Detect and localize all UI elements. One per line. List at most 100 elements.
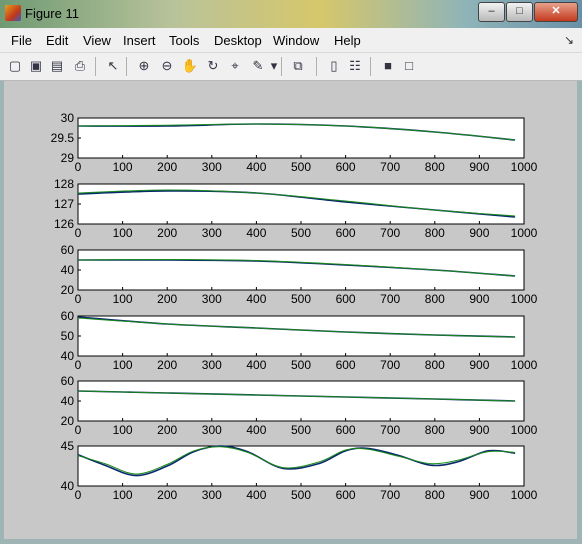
subplot-2[interactable]: 0 100 200 300 400 500 600 700 800 900 1000 128 127 12… (54, 177, 538, 240)
x-tick-label: 1000 (511, 488, 538, 502)
x-tick-label: 0 (75, 488, 82, 502)
rotate-3d-icon[interactable]: ↻ (204, 57, 222, 75)
print-icon[interactable]: ⎙ (71, 57, 89, 75)
edit-plot-arrow-icon[interactable]: ↖ (104, 57, 122, 75)
brush-icon[interactable]: ✎ (249, 57, 267, 75)
y-tick-label: 40 (61, 263, 75, 277)
toolbar-separator (95, 57, 96, 76)
x-tick-label: 800 (425, 292, 445, 306)
x-tick-label: 600 (336, 226, 356, 240)
x-tick-label: 800 (425, 488, 445, 502)
legend-icon[interactable]: ☷ (346, 57, 364, 75)
data-cursor-icon[interactable]: ⌖ (226, 57, 244, 75)
title-bar[interactable]: Figure 11 – □ ✕ (0, 0, 582, 28)
window-title: Figure 11 (25, 6, 79, 21)
zoom-out-icon[interactable]: ⊖ (158, 57, 176, 75)
x-tick-label: 600 (336, 292, 356, 306)
subplot-6[interactable]: 0 100 200 300 400 500 600 700 800 900 1000 45 40 (61, 439, 538, 502)
y-tick-label: 40 (61, 349, 75, 363)
y-tick-label: 60 (61, 243, 75, 257)
x-tick-label: 1000 (511, 226, 538, 240)
menu-edit[interactable]: Edit (46, 33, 68, 48)
colorbar-icon[interactable]: ▯ (325, 57, 343, 75)
x-tick-label: 100 (113, 423, 133, 437)
x-tick-label: 600 (336, 160, 356, 174)
figure-toolbar: ▢ ▣ ▤ ⎙ ↖ ⊕ ⊖ ✋ ↻ ⌖ ✎ ▾ ⧉ ▯ ☷ ■ □ (0, 53, 582, 81)
subplot-grid: 0 100 200 300 400 500 600 700 800 900 10003029.529… (51, 111, 538, 502)
x-tick-label: 1000 (511, 160, 538, 174)
link-plot-icon[interactable]: ⧉ (289, 57, 307, 75)
x-tick-label: 300 (202, 292, 222, 306)
save-icon[interactable]: ▤ (48, 57, 66, 75)
x-tick-label: 0 (75, 423, 82, 437)
y-tick-label: 127 (54, 197, 74, 211)
x-tick-label: 300 (202, 226, 222, 240)
x-tick-label: 400 (246, 358, 266, 372)
y-tick-label: 50 (61, 329, 75, 343)
x-tick-label: 900 (469, 226, 489, 240)
y-tick-label: 128 (54, 177, 74, 191)
x-tick-label: 700 (380, 160, 400, 174)
subplot-5[interactable]: 0 100 200 300 400 500 600 700 800 900 1000 60 40 20 (61, 374, 538, 437)
close-button[interactable]: ✕ (534, 2, 578, 22)
menu-insert[interactable]: Insert (123, 33, 156, 48)
x-tick-label: 900 (469, 488, 489, 502)
zoom-in-icon[interactable]: ⊕ (135, 57, 153, 75)
menu-tools[interactable]: Tools (169, 33, 199, 48)
pan-hand-icon[interactable]: ✋ (181, 57, 199, 75)
y-tick-label: 40 (61, 479, 75, 493)
x-tick-label: 400 (246, 160, 266, 174)
maximize-button[interactable]: □ (506, 2, 533, 22)
toolbar-separator (126, 57, 127, 76)
x-tick-label: 800 (425, 423, 445, 437)
menu-bar: File Edit View Insert Tools Desktop Wind… (0, 28, 582, 53)
x-tick-label: 100 (113, 160, 133, 174)
subplot-3[interactable]: 0 100 200 300 400 500 600 700 800 900 1000 60 40 20 (61, 243, 538, 306)
figure-canvas: 0 100 200 300 400 500 600 700 800 900 1000 30 29.5 29… (6, 82, 576, 538)
minimize-button[interactable]: – (478, 2, 505, 22)
x-tick-label: 1000 (511, 292, 538, 306)
x-tick-label: 900 (469, 292, 489, 306)
subplot-4[interactable]: 0 100 200 300 400 500 600 700 800 900 1000 60 50 40 (61, 309, 538, 372)
menu-file[interactable]: File (11, 33, 32, 48)
y-tick-label: 40 (61, 394, 75, 408)
window-frame-bottom (0, 539, 582, 544)
hide-plot-tools-icon[interactable]: ■ (379, 57, 397, 75)
new-figure-icon[interactable]: ▢ (6, 57, 24, 75)
menu-window[interactable]: Window (273, 33, 319, 48)
menu-view[interactable]: View (83, 33, 111, 48)
brush-dropdown-icon[interactable]: ▾ (269, 57, 279, 75)
x-tick-label: 700 (380, 226, 400, 240)
subplot-1[interactable]: 0 100 200 300 400 500 600 700 800 900 1000 30 29.5 29 (51, 111, 538, 174)
x-tick-label: 900 (469, 160, 489, 174)
x-tick-label: 900 (469, 423, 489, 437)
open-file-icon[interactable]: ▣ (27, 57, 45, 75)
x-tick-label: 300 (202, 160, 222, 174)
x-tick-label: 300 (202, 358, 222, 372)
x-tick-label: 500 (291, 358, 311, 372)
x-tick-label: 300 (202, 488, 222, 502)
x-tick-label: 500 (291, 226, 311, 240)
axes-box[interactable] (77, 249, 525, 291)
show-plot-tools-icon[interactable]: □ (400, 57, 418, 75)
x-tick-label: 700 (380, 292, 400, 306)
x-tick-label: 200 (157, 488, 177, 502)
x-tick-label: 200 (157, 292, 177, 306)
menu-desktop[interactable]: Desktop (214, 33, 262, 48)
menu-help[interactable]: Help (334, 33, 361, 48)
y-tick-label: 20 (61, 283, 75, 297)
x-tick-label: 0 (75, 358, 82, 372)
x-tick-label: 100 (113, 292, 133, 306)
x-tick-label: 1000 (511, 423, 538, 437)
y-tick-label: 30 (61, 111, 75, 125)
menu-overflow-icon[interactable]: ↘ (564, 33, 574, 47)
matlab-logo-icon (5, 5, 21, 21)
x-tick-label: 500 (291, 292, 311, 306)
y-tick-label: 29.5 (51, 131, 75, 145)
y-tick-label: 45 (61, 439, 75, 453)
x-tick-label: 400 (246, 292, 266, 306)
x-tick-label: 1000 (511, 358, 538, 372)
axes-box[interactable] (77, 380, 525, 422)
x-tick-label: 400 (246, 226, 266, 240)
x-tick-label: 0 (75, 160, 82, 174)
